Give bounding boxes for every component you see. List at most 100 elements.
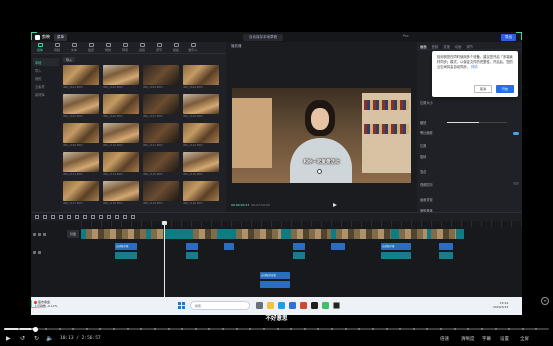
chapter-marker[interactable] (358, 328, 361, 330)
voiceover-clip[interactable]: 自动配音效果 (260, 272, 290, 279)
media-tab[interactable]: 音频 (52, 43, 62, 52)
project-title[interactable]: 自动保存本地草稿 (243, 34, 283, 41)
player-control-3[interactable]: 设置 (500, 336, 509, 342)
preview-video[interactable]: 和你一起复盘活动 (232, 88, 411, 183)
media-tab[interactable]: 滤镜 (137, 43, 147, 52)
delete-icon[interactable] (67, 215, 71, 219)
properties-tab[interactable]: 动画 (455, 44, 462, 49)
media-thumbnail[interactable]: IMG_1119.MOV (143, 181, 179, 207)
time-ruler[interactable] (81, 221, 522, 227)
chapter-marker[interactable] (508, 328, 511, 330)
play-pause-icon[interactable]: ▶ (6, 335, 11, 342)
chapter-marker[interactable] (317, 328, 320, 330)
stabilize-toggle[interactable] (513, 182, 519, 185)
video-clip[interactable] (431, 229, 456, 239)
media-thumbnail[interactable]: IMG_1104.MOV (183, 65, 219, 91)
chapter-marker[interactable] (494, 328, 497, 330)
windows-start-icon[interactable] (178, 302, 185, 309)
chapter-marker[interactable] (85, 328, 88, 330)
audio-clip[interactable] (439, 252, 453, 259)
player-control-4[interactable]: 全屏 (520, 336, 529, 342)
media-sidebar-item[interactable]: 素材库 (33, 90, 59, 98)
text-clip[interactable] (439, 243, 453, 250)
video-clip[interactable] (193, 229, 217, 239)
chapter-marker[interactable] (385, 328, 388, 330)
mute-icon[interactable] (38, 250, 41, 254)
media-tab[interactable]: 数字人 (188, 43, 198, 52)
voiceover-clip[interactable] (260, 281, 290, 288)
chapter-marker[interactable] (235, 328, 238, 330)
text-clip[interactable]: 自动配字幕 (115, 243, 137, 250)
audio-clip[interactable] (381, 252, 411, 259)
media-tab[interactable]: 调节 (154, 43, 164, 52)
chapter-marker[interactable] (344, 328, 347, 330)
chapter-marker[interactable] (535, 328, 538, 330)
chapter-marker[interactable] (303, 328, 306, 330)
properties-tab[interactable]: 音频 (432, 44, 439, 49)
chapter-marker[interactable] (521, 328, 524, 330)
media-thumbnail[interactable]: IMG_1114.MOV (103, 152, 139, 178)
audio-clip[interactable] (186, 252, 198, 259)
media-thumbnail[interactable]: IMG_1105.MOV (63, 94, 99, 120)
lock-icon[interactable] (33, 250, 36, 254)
video-clip[interactable] (86, 229, 146, 239)
wechat-icon[interactable] (322, 302, 329, 309)
sync-dialog-link[interactable]: 详情 (471, 65, 478, 69)
media-sidebar-item[interactable]: 我的 (33, 74, 59, 82)
video-clip[interactable] (291, 229, 331, 239)
media-tab[interactable]: 转场 (120, 43, 130, 52)
system-tray-clock[interactable]: 15:41 2024/3/12 (493, 301, 508, 309)
chapter-marker[interactable] (480, 328, 483, 330)
media-thumbnail[interactable]: IMG_1101.MOV (63, 65, 99, 91)
uniform-scale-toggle[interactable] (513, 132, 519, 135)
properties-tab[interactable]: 画面 (420, 44, 427, 49)
chapter-marker[interactable] (72, 328, 75, 330)
player-control-2[interactable]: 字幕 (482, 336, 491, 342)
media-thumbnail[interactable]: IMG_1111.MOV (143, 123, 179, 149)
eye-icon[interactable] (38, 232, 41, 236)
media-thumbnail[interactable]: IMG_1107.MOV (143, 94, 179, 120)
side-menu-icon[interactable]: ≡ (541, 297, 549, 305)
export-button[interactable]: 导出 (501, 33, 516, 41)
media-thumbnail[interactable]: IMG_1116.MOV (183, 152, 219, 178)
media-thumbnail[interactable]: IMG_1120.MOV (183, 181, 219, 207)
app-icon-red[interactable] (300, 302, 307, 309)
chapter-marker[interactable] (453, 328, 456, 330)
cover-button[interactable]: 封面 (67, 230, 79, 238)
rotate-icon[interactable] (99, 215, 103, 219)
keyframe-icon[interactable] (131, 215, 135, 219)
select-icon[interactable] (35, 215, 39, 219)
chapter-marker[interactable] (426, 328, 429, 330)
media-thumbnail[interactable]: IMG_1110.MOV (103, 123, 139, 149)
mirror-icon[interactable] (91, 215, 95, 219)
forward-icon[interactable]: ↻ (34, 335, 39, 342)
text-clip[interactable] (293, 243, 305, 250)
chapter-marker[interactable] (167, 328, 170, 330)
video-clip[interactable] (151, 229, 165, 239)
chapter-marker[interactable] (181, 328, 184, 330)
chapter-marker[interactable] (208, 328, 211, 330)
split-icon[interactable] (59, 215, 63, 219)
app-icon-dark[interactable] (333, 302, 340, 309)
audio-clip[interactable] (115, 252, 137, 259)
import-button[interactable]: 导入 (63, 57, 76, 62)
media-thumbnail[interactable]: IMG_1115.MOV (143, 152, 179, 178)
chapter-marker[interactable] (412, 328, 415, 330)
video-clip[interactable] (236, 229, 281, 239)
player-control-0[interactable]: 倍速 (440, 336, 449, 342)
chapter-marker[interactable] (262, 328, 265, 330)
video-clip[interactable] (336, 229, 391, 239)
mute-icon[interactable] (43, 232, 46, 236)
preview-subtitle[interactable]: 和你一起复盘活动 (232, 159, 411, 165)
audio-clip[interactable] (293, 252, 305, 259)
pro-badge[interactable]: Pro (403, 34, 409, 38)
chapter-marker[interactable] (153, 328, 156, 330)
chapter-marker[interactable] (399, 328, 402, 330)
chapter-marker[interactable] (44, 328, 47, 330)
menu-button[interactable]: 菜单 (54, 33, 67, 41)
chapter-marker[interactable] (99, 328, 102, 330)
main-video-track[interactable] (81, 229, 464, 239)
play-icon[interactable] (333, 203, 337, 207)
chapter-marker[interactable] (276, 328, 279, 330)
chapter-marker[interactable] (140, 328, 143, 330)
